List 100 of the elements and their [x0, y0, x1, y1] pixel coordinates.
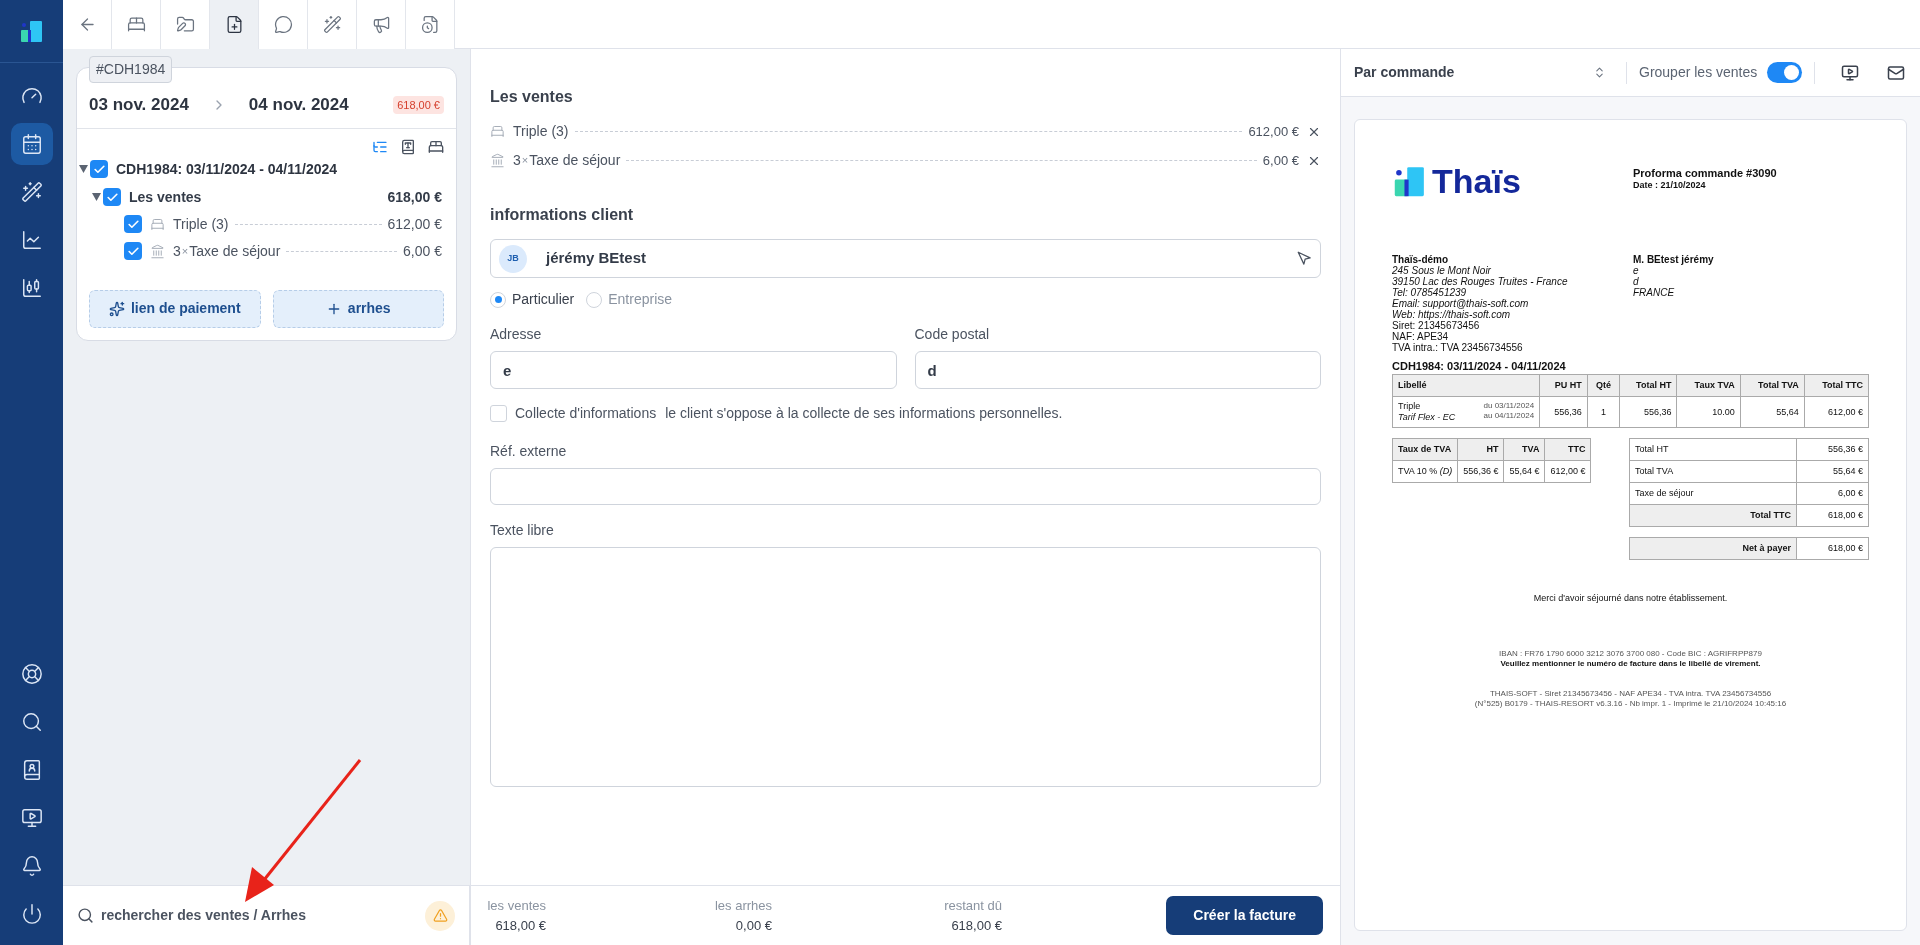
search-bar[interactable]: rechercher des ventes / Arrhes [63, 885, 470, 945]
radio-button[interactable] [490, 291, 506, 308]
checkbox[interactable] [103, 188, 121, 206]
issuer-line: Email: support@thais-soft.com [1392, 298, 1530, 309]
checkbox[interactable] [490, 405, 507, 422]
quantity-text: 3 [513, 151, 521, 170]
column-header: Total HT [1619, 374, 1677, 397]
table-cell: 55,64 [1740, 396, 1805, 428]
item-label: Taxe de séjour [189, 241, 281, 261]
quantity-text: 3 [173, 241, 181, 261]
column-header: Libellé [1392, 374, 1540, 397]
cursor-arrow-icon[interactable] [1297, 251, 1312, 266]
total-label: les ventes [487, 897, 546, 915]
toggle-label: Grouper les ventes [1639, 63, 1758, 82]
radio-button[interactable] [586, 291, 603, 308]
text-field[interactable]: e [490, 351, 897, 389]
logo-text: Thaïs [1432, 163, 1521, 199]
search-field[interactable]: rechercher des ventes / Arrhes [101, 905, 425, 926]
group-amount: 618,00 € [387, 187, 442, 207]
warning-icon [432, 908, 448, 923]
toolbar-tab[interactable] [161, 0, 210, 49]
caret-icon[interactable] [79, 165, 88, 173]
table-cell: 55,64 € [1509, 466, 1540, 476]
bed-icon [126, 15, 146, 34]
issuer-line: TVA intra.: TVA 23456734556 [1392, 342, 1524, 353]
summary-value: 6,00 € [1796, 482, 1869, 505]
thanks-text: Merci d'avoir séjourné dans notre établissement. [1532, 593, 1729, 604]
toolbar-tab[interactable] [210, 0, 259, 49]
toolbar-tab[interactable] [308, 0, 357, 49]
table-cell: 1 [1587, 396, 1620, 428]
folder-icon [175, 15, 195, 34]
bank-line: Veuillez mentionner le numéro de facture dans le libellé de virement. [1499, 659, 1762, 669]
recipient-line: FRANCE [1633, 287, 1676, 298]
field-label: Adresse [490, 325, 543, 344]
power-icon [20, 903, 43, 925]
toggle-switch[interactable] [1767, 62, 1803, 83]
bed-icon [150, 216, 165, 232]
table-cell: 556,36 [1619, 396, 1677, 428]
mail-icon[interactable] [1887, 63, 1906, 82]
line-chart-icon [20, 229, 43, 251]
chevrons-icon [1593, 66, 1606, 79]
client-name: jérémy BEtest [546, 248, 647, 269]
checkbox[interactable] [124, 215, 142, 233]
toolbar-tab[interactable] [406, 0, 455, 49]
create-invoice-button[interactable]: Créer la facture [1166, 896, 1323, 935]
check-icon [92, 162, 106, 176]
sidebar-item[interactable] [10, 123, 53, 165]
recipient-line: e [1633, 265, 1640, 276]
magic-wand-icon [322, 15, 342, 34]
toolbar-tab[interactable] [112, 0, 161, 49]
bed-icon[interactable] [428, 138, 444, 155]
summary-value: 55,64 € [1796, 460, 1869, 483]
total-value: 618,00 € [951, 916, 1002, 935]
issuer-line: Web: https://thais-soft.com [1392, 309, 1511, 320]
radio-label: Entreprise [608, 290, 673, 309]
caret-icon[interactable] [92, 193, 101, 201]
action-button[interactable]: lien de paiement [89, 289, 261, 328]
issuer-name: Thaïs-démo [1392, 254, 1450, 265]
net-label: Net à payer [1629, 537, 1797, 560]
toolbar-tab[interactable] [259, 0, 308, 49]
chat-bubble-icon [273, 15, 293, 34]
summary-label: Total TTC [1629, 504, 1797, 527]
check-icon [126, 217, 140, 231]
grouping-select[interactable]: Par commande [1354, 62, 1614, 83]
table-cell: 612,00 € [1804, 396, 1869, 428]
checkbox-label: Collecte d'informations [515, 404, 657, 423]
item-amount: 6,00 € [1262, 151, 1299, 170]
text-field[interactable]: d [914, 351, 1321, 389]
total-value: 0,00 € [735, 916, 772, 935]
section-title: Les ventes [490, 87, 574, 107]
bed-icon [490, 124, 505, 139]
avatar: JB [499, 244, 527, 273]
column-header: Taux de TVA [1392, 438, 1458, 461]
checkbox[interactable] [90, 160, 108, 178]
action-button[interactable]: arrhes [272, 289, 444, 328]
check-icon [105, 190, 119, 204]
issuer-line: Tel: 0785451239 [1392, 287, 1467, 298]
column-header: Total TVA [1740, 374, 1805, 397]
table-cell: 556,36 [1539, 396, 1588, 428]
client-field[interactable]: JB jérémy BEtest [490, 239, 1321, 278]
arrival-date: 03 nov. 2024 [89, 94, 189, 116]
field-label: Texte libre [490, 521, 555, 540]
field-label: Réf. externe [490, 442, 568, 461]
document-icon[interactable] [400, 138, 416, 155]
monitor-play-icon[interactable] [1841, 63, 1860, 82]
magic-wand-icon [20, 181, 43, 203]
calendar-icon [20, 133, 43, 155]
checkbox[interactable] [124, 242, 142, 260]
recipient-name: M. BEtest jérémy [1633, 254, 1714, 265]
text-field[interactable] [490, 468, 1321, 505]
line-label: Triple [1398, 401, 1422, 412]
bank-icon [490, 153, 505, 168]
bank-icon [150, 243, 165, 259]
item-amount: 612,00 € [1248, 122, 1299, 141]
bank-line: IBAN : FR76 1790 6000 3212 3076 3700 080 - Code BIC : AGRIFRPP879 [1498, 649, 1763, 659]
legal-line: THAIS-SOFT - Siret 21345673456 - NAF APE34 - TVA intra. TVA 23456734556 [1488, 689, 1773, 699]
date-from: du 03/11/2024 [1483, 401, 1535, 411]
column-header: HT [1457, 438, 1504, 461]
column-header: TTC [1544, 438, 1591, 461]
toolbar-tab[interactable] [357, 0, 406, 49]
